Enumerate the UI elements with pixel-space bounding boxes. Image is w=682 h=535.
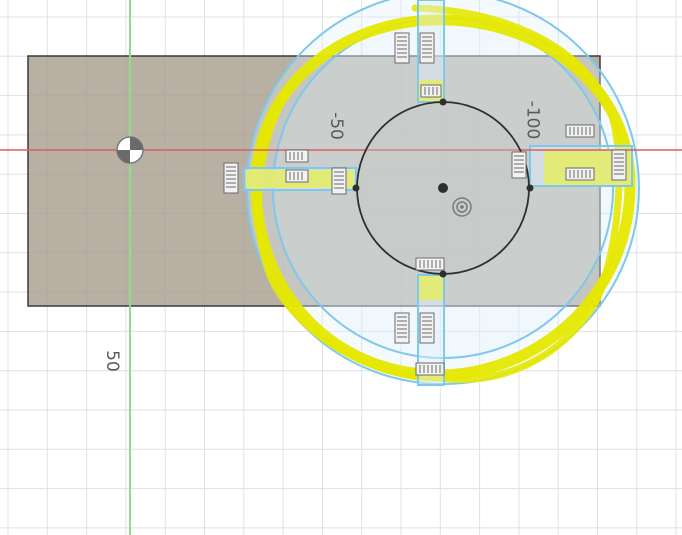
vertical-constraint-icon[interactable] [331, 167, 347, 195]
horizontal-constraint-icon[interactable] [565, 167, 595, 181]
horizontal-constraint-icon[interactable] [285, 169, 309, 183]
horizontal-constraint-icon[interactable] [420, 84, 442, 98]
vertical-constraint-icon[interactable] [419, 32, 435, 64]
vertical-constraint-icon[interactable] [223, 162, 239, 194]
horizontal-constraint-icon[interactable] [415, 257, 445, 271]
horizontal-constraint-icon[interactable] [285, 149, 309, 163]
sketch-point-icon[interactable] [439, 270, 447, 278]
sketch-point-icon[interactable] [526, 184, 534, 192]
vertical-constraint-icon[interactable] [394, 32, 410, 64]
sketch-point-icon[interactable] [439, 98, 447, 106]
horizontal-constraint-icon[interactable] [415, 362, 445, 376]
dimension-label-neg100[interactable]: -100 [522, 101, 542, 140]
vertical-constraint-icon[interactable] [511, 151, 527, 179]
circle-center-point-icon[interactable] [438, 183, 448, 193]
sketch-point-icon[interactable] [352, 184, 360, 192]
dimension-label-pos50[interactable]: 50 [102, 350, 122, 372]
origin-marker-icon[interactable] [116, 136, 144, 164]
horizontal-constraint-icon[interactable] [565, 124, 595, 138]
sketch-viewport[interactable] [0, 0, 682, 535]
dimension-label-neg50[interactable]: -50 [326, 112, 346, 140]
vertical-constraint-icon[interactable] [611, 149, 627, 181]
sketch-canvas[interactable]: -50 -100 50 [0, 0, 682, 535]
vertical-constraint-icon[interactable] [419, 312, 435, 344]
vertical-constraint-icon[interactable] [394, 312, 410, 344]
